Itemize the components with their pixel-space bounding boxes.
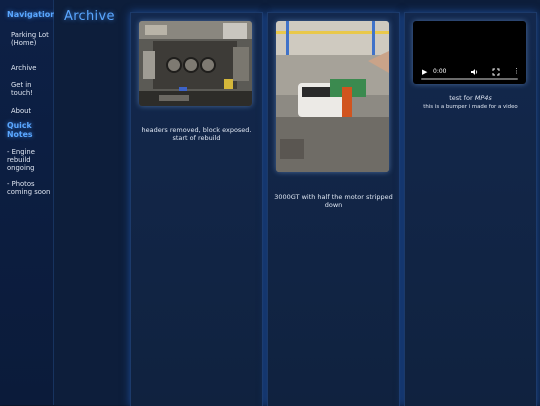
archive-card: headers removed, block exposed. start of… (130, 12, 263, 406)
caption-prefix: test for (449, 94, 475, 102)
video-progress-bar[interactable] (421, 78, 518, 80)
nav-heading: Navigation (7, 10, 56, 19)
nav-link-about[interactable]: About (11, 107, 49, 115)
card-caption: headers removed, block exposed. start of… (141, 126, 252, 142)
card-subcaption: this is a bumper i made for a video (423, 104, 518, 110)
sidebar: Navigation Parking Lot (Home) Archive Ge… (0, 0, 56, 405)
fullscreen-icon[interactable] (492, 68, 500, 76)
archive-card: 3000GT with half the motor stripped down (267, 12, 400, 406)
car-lift-photo[interactable] (276, 21, 389, 172)
card-caption: test for MP4s (411, 94, 530, 102)
play-icon[interactable]: ▶ (422, 68, 427, 76)
card-caption: 3000GT with half the motor stripped down (274, 193, 393, 209)
nav-link-home[interactable]: Parking Lot (Home) (11, 31, 49, 47)
volume-icon[interactable] (470, 68, 479, 76)
engine-bay-photo[interactable] (139, 21, 252, 106)
more-options-icon[interactable]: ⋮ (513, 67, 520, 75)
note-item: - Engine rebuild ongoing (7, 148, 35, 172)
note-item: - Photos coming soon (7, 180, 51, 196)
page-title: Archive (64, 9, 115, 24)
nav-link-contact[interactable]: Get in touch! (11, 81, 49, 97)
video-time: 0:00 (433, 68, 447, 75)
nav-link-archive[interactable]: Archive (11, 64, 49, 72)
caption-emphasis: MP4s (474, 94, 492, 102)
quick-notes-heading: Quick Notes (7, 121, 33, 139)
archive-card: ▶ 0:00 ⋮ test for MP4s this is a bumper … (404, 12, 537, 406)
video-player[interactable]: ▶ 0:00 ⋮ (413, 21, 526, 84)
